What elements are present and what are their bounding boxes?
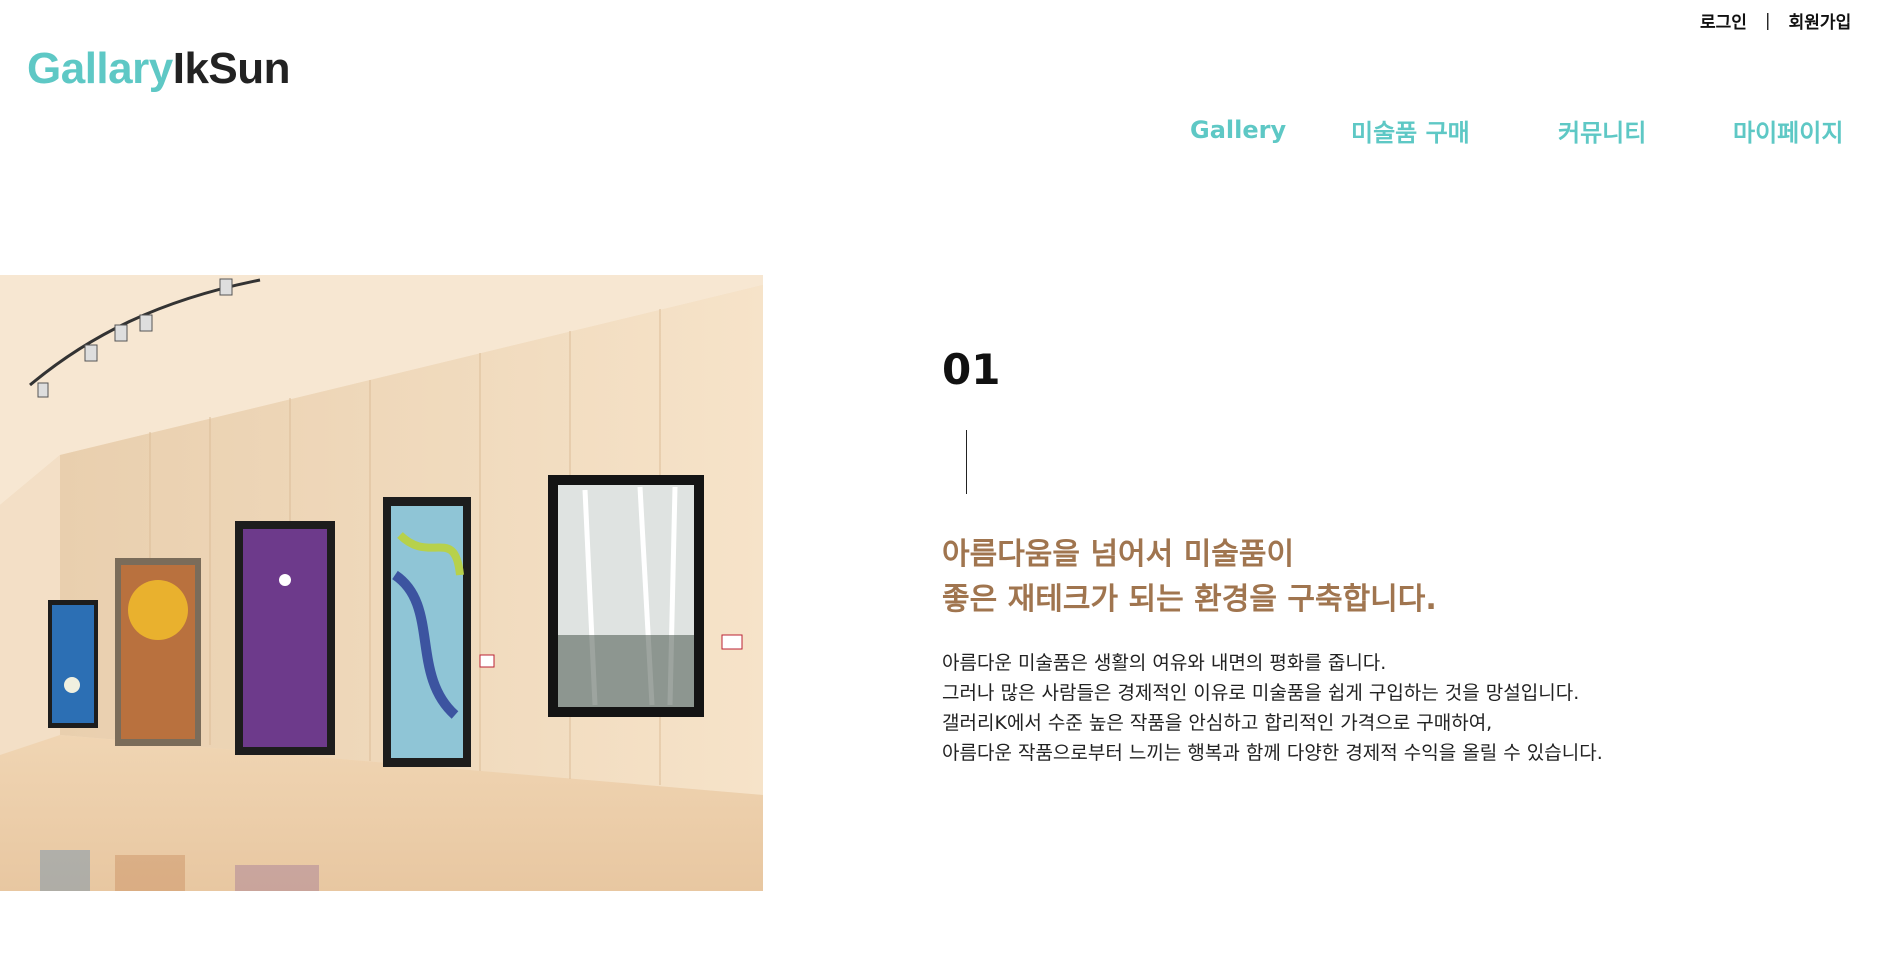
section-number: 01 (942, 345, 1001, 394)
nav-item-community[interactable]: 커뮤니티 (1558, 113, 1646, 148)
nav-item-mypage[interactable]: 마이페이지 (1733, 113, 1843, 148)
section-body: 아름다운 미술품은 생활의 여유와 내면의 평화를 줍니다. 그러나 많은 사람… (942, 648, 1603, 768)
site-logo[interactable]: GallaryIkSun (27, 44, 291, 94)
utility-separator: | (1764, 10, 1771, 31)
headline-line-1: 아름다움을 넘어서 미술품이 (942, 537, 1295, 572)
gallery-photo (0, 275, 763, 891)
logo-part-2: IkSun (172, 44, 291, 93)
body-line-2: 그러나 많은 사람들은 경제적인 이유로 미술품을 쉽게 구입하는 것을 망설입… (942, 682, 1580, 704)
nav-item-gallery[interactable]: Gallery (1190, 116, 1286, 144)
logo-part-1: Gallary (27, 44, 173, 93)
section-headline: 아름다움을 넘어서 미술품이 좋은 재테크가 되는 환경을 구축합니다. (942, 532, 1437, 622)
divider-line (966, 430, 967, 494)
login-link[interactable]: 로그인 (1700, 8, 1747, 33)
utility-links: 로그인 | 회원가입 (1700, 8, 1870, 34)
body-line-1: 아름다운 미술품은 생활의 여유와 내면의 평화를 줍니다. (942, 652, 1387, 674)
signup-link[interactable]: 회원가입 (1789, 8, 1852, 33)
gallery-illustration (0, 275, 763, 891)
headline-line-2: 좋은 재테크가 되는 환경을 구축합니다. (942, 582, 1437, 617)
body-line-4: 아름다운 작품으로부터 느끼는 행복과 함께 다양한 경제적 수익을 올릴 수 … (942, 742, 1603, 764)
body-line-3: 갤러리K에서 수준 높은 작품을 안심하고 합리적인 가격으로 구매하여, (942, 712, 1493, 734)
nav-item-art-purchase[interactable]: 미술품 구매 (1351, 113, 1470, 148)
